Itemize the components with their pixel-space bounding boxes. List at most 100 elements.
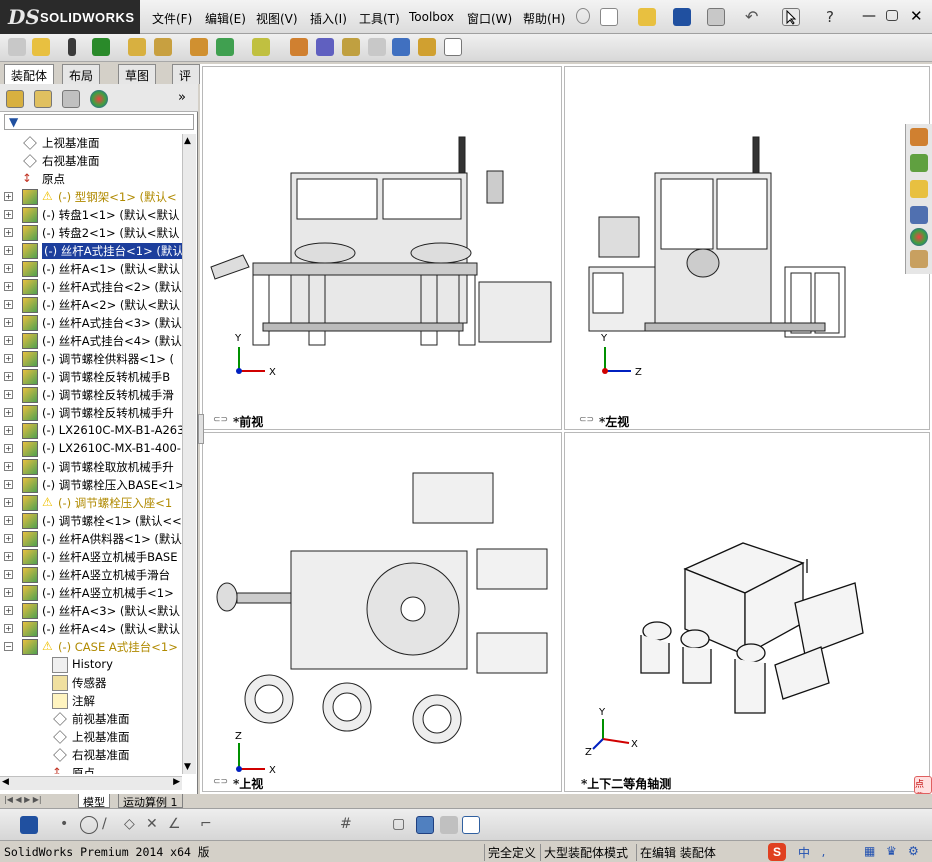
tree-row[interactable]: 上视基准面 bbox=[0, 134, 182, 152]
expand-icon[interactable]: + bbox=[4, 552, 13, 561]
custom-properties-icon[interactable] bbox=[910, 250, 928, 268]
tree-row[interactable]: + (-) 调节螺栓反转机械手B bbox=[0, 368, 182, 386]
component-pattern-icon[interactable] bbox=[128, 38, 146, 56]
command-tab-2[interactable]: 草图 bbox=[118, 64, 157, 84]
collapse-icon[interactable]: − bbox=[4, 642, 13, 651]
configuration-manager-tab-icon[interactable] bbox=[62, 90, 80, 108]
tree-row[interactable]: History bbox=[0, 656, 182, 674]
tree-row[interactable]: + (-) 丝杆A<4> (默认<默认 bbox=[0, 620, 182, 638]
expand-icon[interactable]: + bbox=[4, 282, 13, 291]
tree-row[interactable]: + (-) 调节螺栓取放机械手升 bbox=[0, 458, 182, 476]
expand-icon[interactable]: + bbox=[4, 588, 13, 597]
tree-row[interactable]: + (-) 丝杆A竖立机械手BASE bbox=[0, 548, 182, 566]
viewport-front[interactable]: Y X ⊂⊃ *前视 bbox=[202, 66, 562, 430]
polygon-tool-icon[interactable]: ◇ bbox=[124, 816, 142, 834]
expand-icon[interactable]: + bbox=[4, 318, 13, 327]
expand-icon[interactable]: + bbox=[4, 426, 13, 435]
undo-icon[interactable]: ↶ bbox=[745, 8, 763, 26]
assembly-features-icon[interactable] bbox=[252, 38, 270, 56]
menu-item-5[interactable]: Toolbox bbox=[409, 10, 454, 24]
expand-icon[interactable]: + bbox=[4, 444, 13, 453]
new-document-icon[interactable] bbox=[600, 8, 618, 26]
select-arrow-icon[interactable] bbox=[782, 8, 800, 26]
feature-tree-tab-icon[interactable] bbox=[6, 90, 24, 108]
shaded-cube-icon[interactable] bbox=[416, 816, 434, 834]
tree-horizontal-scrollbar[interactable]: ◀ ▶ bbox=[0, 776, 182, 790]
file-explorer-icon[interactable] bbox=[910, 180, 928, 198]
command-tab-1[interactable]: 布局 bbox=[62, 64, 101, 84]
expand-icon[interactable]: + bbox=[4, 570, 13, 579]
tree-row[interactable]: + (-) 丝杆A式挂台<3> (默认 bbox=[0, 314, 182, 332]
restore-icon[interactable] bbox=[886, 10, 898, 21]
tree-row[interactable]: 传感器 bbox=[0, 674, 182, 692]
save-sketch-icon[interactable] bbox=[20, 816, 38, 834]
tree-row[interactable]: + (-) 转盘1<1> (默认<默认 bbox=[0, 206, 182, 224]
tree-row[interactable]: + (-) LX2610C-MX-B1-A2638 bbox=[0, 422, 182, 440]
open-folder-icon[interactable] bbox=[638, 8, 656, 26]
move-component-icon[interactable] bbox=[190, 38, 208, 56]
menu-item-0[interactable]: 文件(F) bbox=[152, 10, 192, 27]
expand-icon[interactable]: + bbox=[4, 228, 13, 237]
expand-icon[interactable]: + bbox=[4, 606, 13, 615]
bottom-tab-1[interactable]: 运动算例 1 bbox=[118, 794, 183, 809]
save-icon[interactable] bbox=[673, 8, 691, 26]
solidworks-logo[interactable]: DS SOLIDWORKS bbox=[0, 0, 140, 34]
ime-skin-icon[interactable]: ♛ bbox=[886, 844, 897, 858]
tree-row[interactable]: + (-) 丝杆A竖立机械手<1> bbox=[0, 584, 182, 602]
menu-item-7[interactable]: 帮助(H) bbox=[523, 10, 565, 27]
command-tab-0[interactable]: 装配体 bbox=[4, 64, 55, 84]
expand-panel-icon[interactable]: » bbox=[178, 90, 196, 108]
tree-row[interactable]: 上视基准面 bbox=[0, 728, 182, 746]
solidworks-resources-icon[interactable] bbox=[910, 128, 928, 146]
explode-line-sketch-icon[interactable] bbox=[392, 38, 410, 56]
tree-vertical-scrollbar[interactable]: ▲ ▼ bbox=[182, 134, 196, 774]
tree-row[interactable]: + (-) 调节螺栓供料器<1> ( bbox=[0, 350, 182, 368]
bill-of-materials-icon[interactable] bbox=[342, 38, 360, 56]
tree-row[interactable]: + (-) 丝杆A供料器<1> (默认 bbox=[0, 530, 182, 548]
cube-wireframe-icon[interactable]: ▢ bbox=[392, 816, 410, 834]
graphics-area[interactable]: 6∞ — ✕ bbox=[198, 64, 932, 794]
tab-nav-arrows[interactable]: |◀ ◀ ▶ ▶| bbox=[4, 795, 42, 804]
menu-item-2[interactable]: 视图(V) bbox=[256, 10, 298, 27]
expand-icon[interactable]: + bbox=[4, 210, 13, 219]
design-library-icon[interactable] bbox=[910, 154, 928, 172]
expand-icon[interactable]: + bbox=[4, 516, 13, 525]
tree-row[interactable]: + (-) 调节螺栓反转机械手滑 bbox=[0, 386, 182, 404]
viewport-top[interactable]: Z X ⊂⊃ *上视 bbox=[202, 432, 562, 792]
menu-item-6[interactable]: 窗口(W) bbox=[467, 10, 512, 27]
minimize-icon[interactable]: — bbox=[862, 8, 880, 26]
expand-icon[interactable]: + bbox=[4, 624, 13, 633]
print-icon[interactable] bbox=[707, 8, 725, 26]
scroll-left-icon[interactable]: ◀ bbox=[2, 777, 9, 787]
camera-icon[interactable] bbox=[440, 816, 458, 834]
tree-row[interactable]: + (-) 调节螺栓<1> (默认<< bbox=[0, 512, 182, 530]
expand-icon[interactable]: + bbox=[4, 498, 13, 507]
expand-icon[interactable]: + bbox=[4, 534, 13, 543]
trim-tool-icon[interactable]: ✕ bbox=[146, 816, 164, 834]
expand-icon[interactable]: + bbox=[4, 192, 13, 201]
exploded-view-icon[interactable] bbox=[368, 38, 386, 56]
tree-row[interactable]: + (-) 丝杆A式挂台<2> (默认 bbox=[0, 278, 182, 296]
tree-row[interactable]: + ⚠ (-) 调节螺栓压入座<1 bbox=[0, 494, 182, 512]
pencil-icon[interactable] bbox=[68, 38, 76, 56]
ime-settings-icon[interactable]: ⚙ bbox=[908, 844, 919, 858]
expand-icon[interactable]: + bbox=[4, 390, 13, 399]
expand-icon[interactable]: + bbox=[4, 354, 13, 363]
tree-row[interactable]: + (-) 丝杆A<2> (默认<默认 bbox=[0, 296, 182, 314]
tree-row[interactable]: − ⚠ (-) CASE A式挂台<1> bbox=[0, 638, 182, 656]
tree-row[interactable]: + (-) 调节螺栓压入BASE<1> bbox=[0, 476, 182, 494]
ime-logo-icon[interactable]: S bbox=[768, 843, 786, 861]
grid-icon[interactable]: # bbox=[340, 816, 358, 834]
table-icon[interactable] bbox=[462, 816, 480, 834]
expand-icon[interactable]: + bbox=[4, 480, 13, 489]
expand-icon[interactable]: + bbox=[4, 372, 13, 381]
viewport-left[interactable]: Y Z ⊂⊃ *左视 bbox=[564, 66, 930, 430]
ime-keyboard-icon[interactable]: ▦ bbox=[864, 844, 875, 858]
tree-filter-input[interactable]: ▼ bbox=[4, 114, 194, 130]
display-manager-tab-icon[interactable] bbox=[90, 90, 108, 108]
reference-geometry-icon[interactable] bbox=[290, 38, 308, 56]
circle-tool-icon[interactable] bbox=[80, 816, 98, 834]
tree-row[interactable]: + (-) 调节螺栓反转机械手升 bbox=[0, 404, 182, 422]
view-palette-icon[interactable] bbox=[910, 206, 928, 224]
scroll-up-icon[interactable]: ▲ bbox=[184, 136, 191, 146]
